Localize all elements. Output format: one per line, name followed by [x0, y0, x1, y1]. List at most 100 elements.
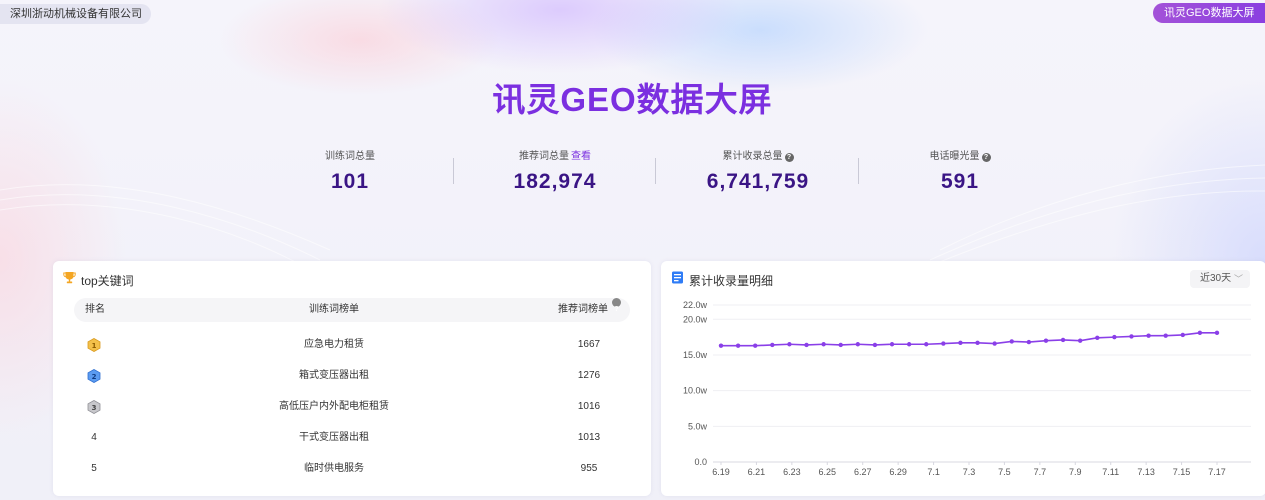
stat-label: 推荐词总量: [519, 151, 569, 162]
blue-medal-icon: 2: [86, 369, 102, 383]
medal-number: 1: [92, 342, 97, 350]
dashboard-button[interactable]: 讯灵GEO数据大屏: [1153, 3, 1265, 23]
stat-value: 182,974: [513, 170, 597, 193]
column-count-label: 推荐词榜单: [558, 304, 608, 315]
data-point: [1197, 330, 1203, 336]
stats-bar: 训练词总量 101 推荐词总量 查看 182,974 累计收录总量? 6,741,…: [250, 150, 1060, 200]
x-tick-label: 7.17: [1208, 467, 1226, 477]
x-tick-label: 7.15: [1173, 467, 1191, 477]
table-row[interactable]: 1 应急电力租赁 1667: [74, 331, 630, 359]
x-tick-label: 7.9: [1069, 467, 1082, 477]
data-point: [958, 340, 963, 346]
data-point: [1112, 334, 1117, 340]
rank-number: 5: [91, 463, 97, 474]
page-title: 讯灵GEO数据大屏: [492, 81, 773, 118]
x-tick-label: 7.3: [963, 467, 976, 477]
x-tick-label: 6.21: [748, 467, 766, 477]
help-icon[interactable]: ?: [981, 153, 991, 162]
stat-label: 累计收录总量: [722, 151, 783, 162]
data-point: [770, 342, 775, 348]
data-point: [718, 343, 724, 348]
table-header: 排名 训练词榜单 推荐词榜单?: [74, 298, 630, 322]
data-point: [1146, 333, 1151, 338]
medal-number: 2: [92, 373, 97, 381]
x-tick-label: 6.23: [783, 467, 801, 477]
view-link[interactable]: 查看: [571, 151, 591, 162]
stat-recommended-words: 推荐词总量 查看 182,974: [455, 150, 655, 194]
x-tick-label: 6.25: [819, 467, 837, 477]
top-keywords-card: top关键词 排名 训练词榜单 推荐词榜单? 1 应急电力租赁 1667 2 箱…: [53, 261, 651, 496]
silver-medal-icon: 3: [86, 400, 102, 414]
keyword-count: 955: [580, 463, 598, 474]
divider: [453, 158, 454, 184]
data-point: [906, 342, 912, 347]
table-row[interactable]: 3 高低压户内外配电柜租赁 1016: [74, 393, 630, 421]
data-point: [735, 343, 741, 348]
card-title: top关键词: [81, 273, 134, 288]
divider: [858, 158, 859, 184]
x-tick-label: 7.7: [1034, 467, 1047, 477]
series-line: [721, 332, 1217, 347]
y-tick-label: 15.0w: [683, 350, 708, 360]
column-keyword: 训练词榜单: [309, 304, 359, 315]
gold-medal-icon: 1: [86, 338, 102, 352]
x-tick-label: 6.27: [854, 467, 872, 477]
x-tick-label: 7.11: [1102, 467, 1119, 477]
data-point: [941, 341, 946, 346]
keyword-count: 1013: [577, 432, 601, 443]
x-tick-label: 6.19: [712, 467, 730, 477]
data-point: [1043, 338, 1049, 343]
data-point: [1026, 339, 1032, 345]
data-point: [821, 342, 826, 347]
table-row[interactable]: 4 干式变压器出租 1013: [74, 424, 630, 452]
data-point: [992, 341, 997, 346]
data-point: [787, 342, 792, 347]
y-tick-label: 5.0w: [688, 421, 708, 431]
keyword-count: 1276: [577, 370, 601, 381]
indexed-line-chart: 0.0 5.0w 10.0w 15.0w 20.0w 22.0w 6.19 6.21 6.23 6…: [683, 300, 1251, 477]
stat-label: 电话曝光量: [929, 151, 980, 162]
help-icon[interactable]: ?: [612, 298, 621, 313]
rank-number: 4: [91, 432, 97, 443]
data-point: [753, 343, 758, 348]
keyword-label: 高低压户内外配电柜租赁: [279, 401, 389, 412]
keyword-label: 箱式变压器出租: [299, 370, 369, 381]
data-point: [1095, 335, 1100, 341]
indexed-detail-card: 累计收录量明细 近30天 ﹀ 0.0 5.0w 10.0w 15.0w 20.0w 22.…: [661, 261, 1265, 496]
data-point: [1163, 333, 1168, 338]
trophy-icon: [63, 271, 76, 289]
table-row[interactable]: 5 临时供电服务 955: [74, 455, 630, 483]
divider: [655, 158, 656, 184]
card-header: top关键词: [63, 272, 134, 288]
keyword-count: 1667: [577, 339, 601, 350]
data-point: [924, 342, 929, 347]
stat-total-indexed: 累计收录总量? 6,741,759: [658, 150, 858, 194]
stat-training-words: 训练词总量 101: [250, 150, 450, 194]
column-count: 推荐词榜单?: [558, 298, 621, 322]
data-point: [1129, 334, 1134, 339]
data-point: [975, 340, 980, 346]
y-tick-label: 10.0w: [683, 386, 708, 396]
keyword-count: 1016: [577, 401, 601, 412]
keyword-label: 临时供电服务: [304, 463, 364, 474]
data-point: [838, 342, 843, 348]
stat-value: 6,741,759: [706, 170, 810, 193]
x-tick-label: 7.5: [998, 467, 1011, 477]
stat-value: 101: [330, 170, 370, 193]
data-point: [889, 342, 895, 347]
company-name: 深圳浙动机械设备有限公司: [0, 4, 151, 24]
x-tick-label: 7.13: [1137, 467, 1155, 477]
data-point: [855, 342, 861, 347]
table-row[interactable]: 2 箱式变压器出租 1276: [74, 362, 630, 390]
medal-number: 3: [92, 404, 97, 412]
keyword-label: 干式变压器出租: [299, 432, 369, 443]
help-icon[interactable]: ?: [784, 153, 794, 162]
data-point: [1060, 337, 1066, 343]
y-tick-label: 20.0w: [683, 314, 708, 324]
data-point: [1077, 338, 1083, 343]
data-point: [1180, 332, 1185, 338]
keyword-label: 应急电力租赁: [304, 339, 364, 350]
data-point: [1214, 330, 1220, 336]
stat-phone-exposure: 电话曝光量? 591: [860, 150, 1060, 194]
x-tick-label: 7.1: [927, 467, 940, 477]
